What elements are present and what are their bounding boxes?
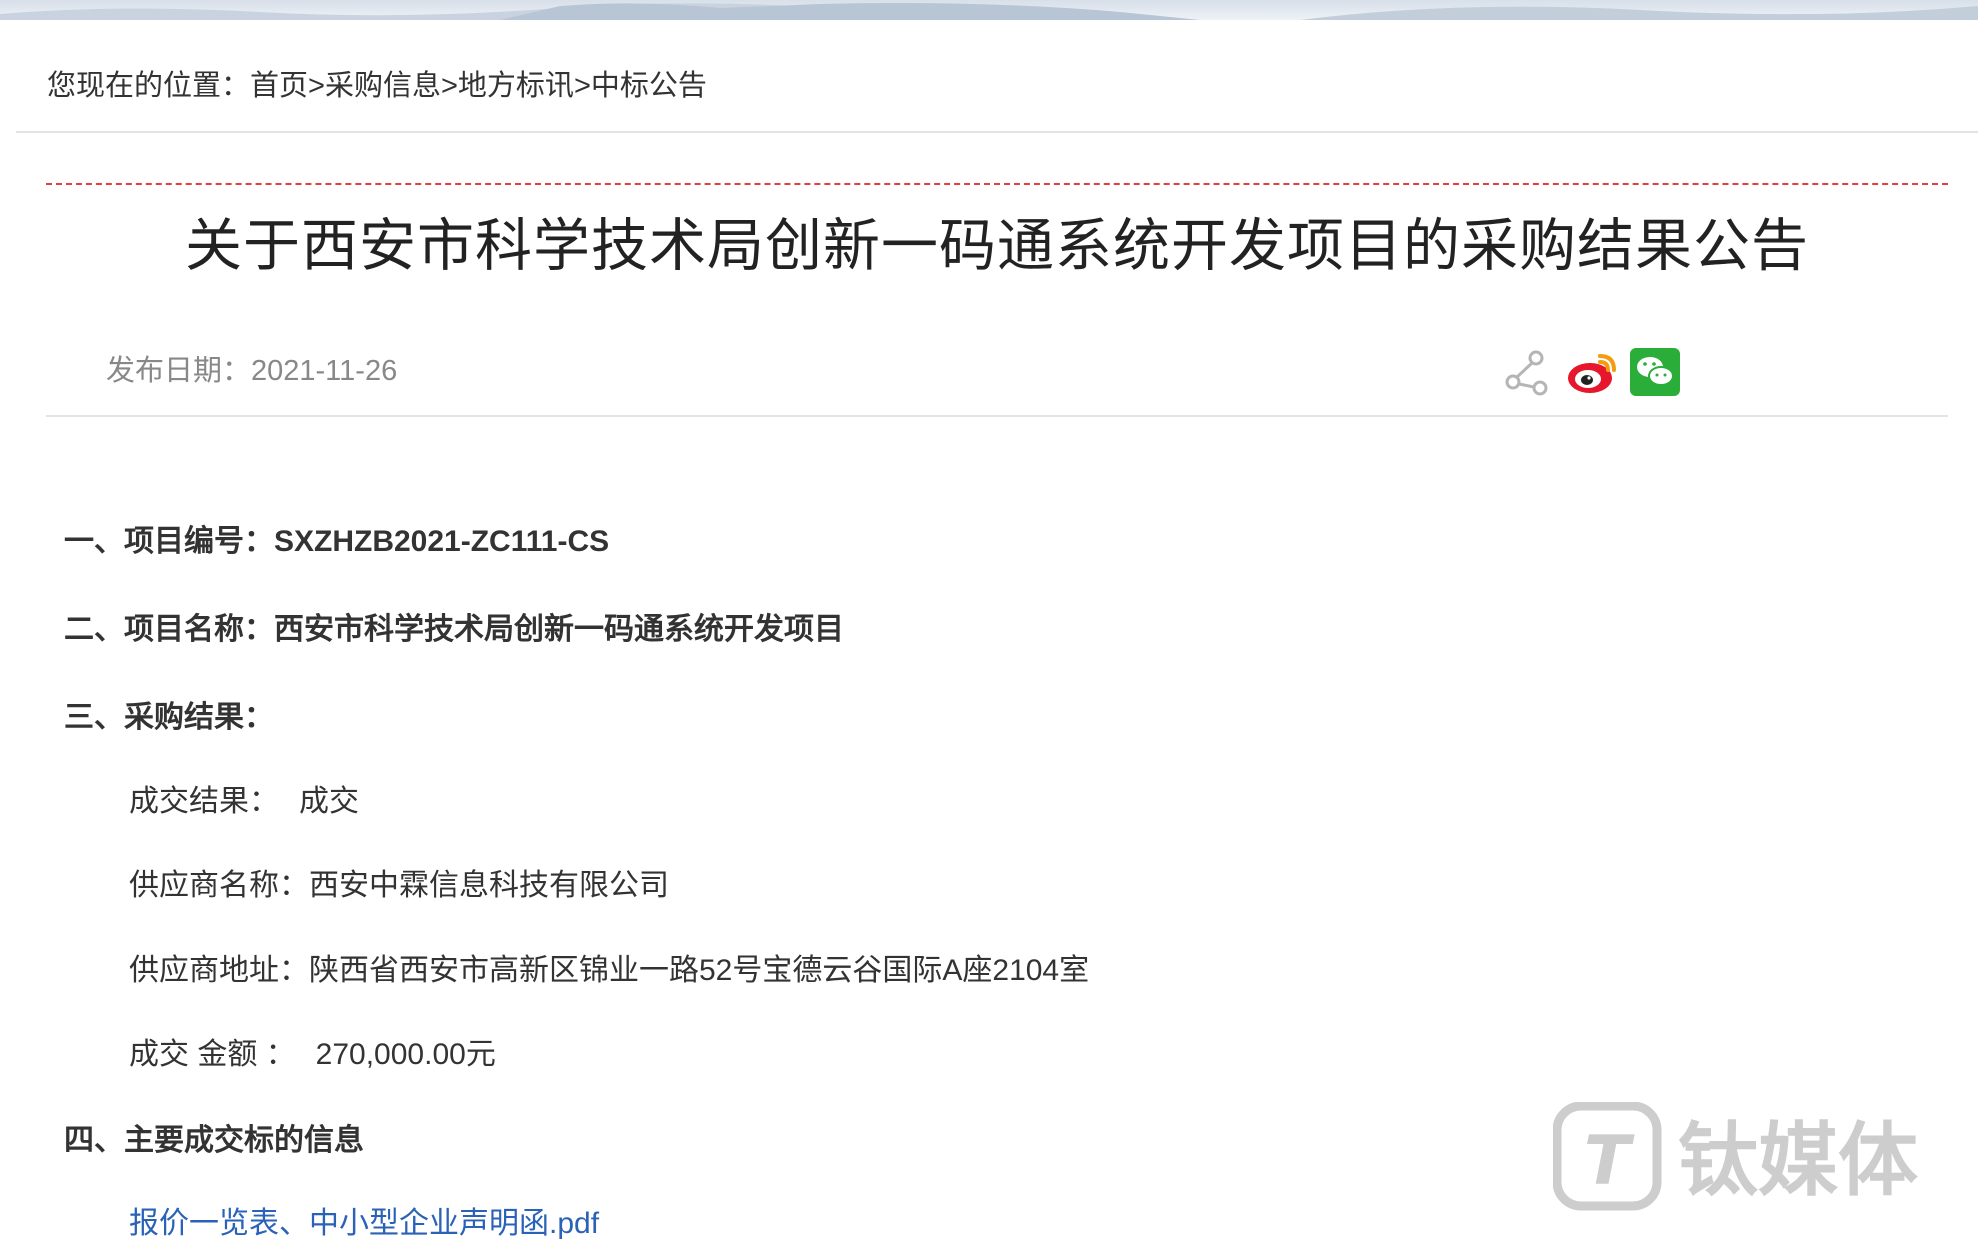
header-banner	[0, 0, 1978, 20]
breadcrumb-separator: >	[440, 70, 458, 102]
project-number-label: 一、项目编号：	[64, 525, 274, 558]
breadcrumb-procurement-info[interactable]: 采购信息	[325, 70, 441, 102]
publish-date-label: 发布日期：	[106, 355, 252, 387]
breadcrumb-separator: >	[308, 70, 325, 102]
project-name-value: 西安市科学技术局创新一码通系统开发项目	[274, 613, 844, 646]
publish-date: 发布日期：2021-11-26	[106, 347, 397, 389]
wechat-icon[interactable]	[1630, 346, 1680, 398]
page-title: 关于西安市科学技术局创新一码通系统开发项目的采购结果公告	[185, 214, 1809, 278]
deal-amount-label: 成交 金额 ：	[129, 1038, 296, 1071]
title-dashed-rule	[46, 183, 1948, 185]
deal-result-line: 成交结果： 成交	[129, 776, 359, 820]
deal-amount-value: 270,000.00元	[315, 1038, 496, 1071]
project-name-label: 二、项目名称：	[64, 613, 274, 646]
watermark-logo-letter: T	[1584, 1122, 1635, 1201]
project-number-value: SXZHZB2021-ZC111-CS	[274, 525, 610, 558]
section-project-name: 二、项目名称：西安市科学技术局创新一码通系统开发项目	[64, 604, 844, 648]
deal-amount-line: 成交 金额 ： 270,000.00元	[129, 1029, 496, 1073]
meta-divider	[46, 415, 1948, 417]
weibo-icon[interactable]	[1566, 346, 1620, 398]
supplier-address-label: 供应商地址：	[129, 954, 309, 987]
breadcrumb-award-notice[interactable]: 中标公告	[591, 70, 707, 102]
section-project-number: 一、项目编号：SXZHZB2021-ZC111-CS	[64, 516, 609, 560]
deal-result-label: 成交结果：	[129, 785, 279, 818]
supplier-name-line: 供应商名称：西安中霖信息科技有限公司	[129, 860, 669, 904]
section-procurement-result: 三、采购结果：	[64, 701, 274, 734]
publish-date-value: 2021-11-26	[251, 355, 398, 387]
supplier-address-line: 供应商地址：陕西省西安市高新区锦业一路52号宝德云谷国际A座2104室	[129, 945, 1089, 989]
supplier-name-label: 供应商名称：	[129, 869, 309, 902]
deal-result-value: 成交	[299, 785, 359, 818]
watermark-text: 钛媒体	[1678, 1114, 1918, 1207]
breadcrumb-home[interactable]: 首页	[250, 70, 308, 102]
attachment-pdf-link[interactable]: 报价一览表、中小型企业声明函.pdf	[129, 1198, 599, 1242]
breadcrumb-local-bids[interactable]: 地方标讯	[458, 70, 574, 102]
breadcrumb: 您现在的位置：首页>采购信息>地方标讯>中标公告	[47, 62, 707, 104]
share-link-icon[interactable]	[1502, 346, 1552, 398]
breadcrumb-prefix: 您现在的位置：	[47, 70, 251, 102]
section-main-items: 四、主要成交标的信息	[64, 1124, 364, 1157]
breadcrumb-divider	[16, 131, 1978, 133]
breadcrumb-separator: >	[573, 70, 591, 102]
supplier-address-value: 陕西省西安市高新区锦业一路52号宝德云谷国际A座2104室	[309, 954, 1090, 987]
supplier-name-value: 西安中霖信息科技有限公司	[309, 869, 669, 902]
tmtpost-watermark-logo: T 钛媒体	[1553, 1102, 1918, 1211]
